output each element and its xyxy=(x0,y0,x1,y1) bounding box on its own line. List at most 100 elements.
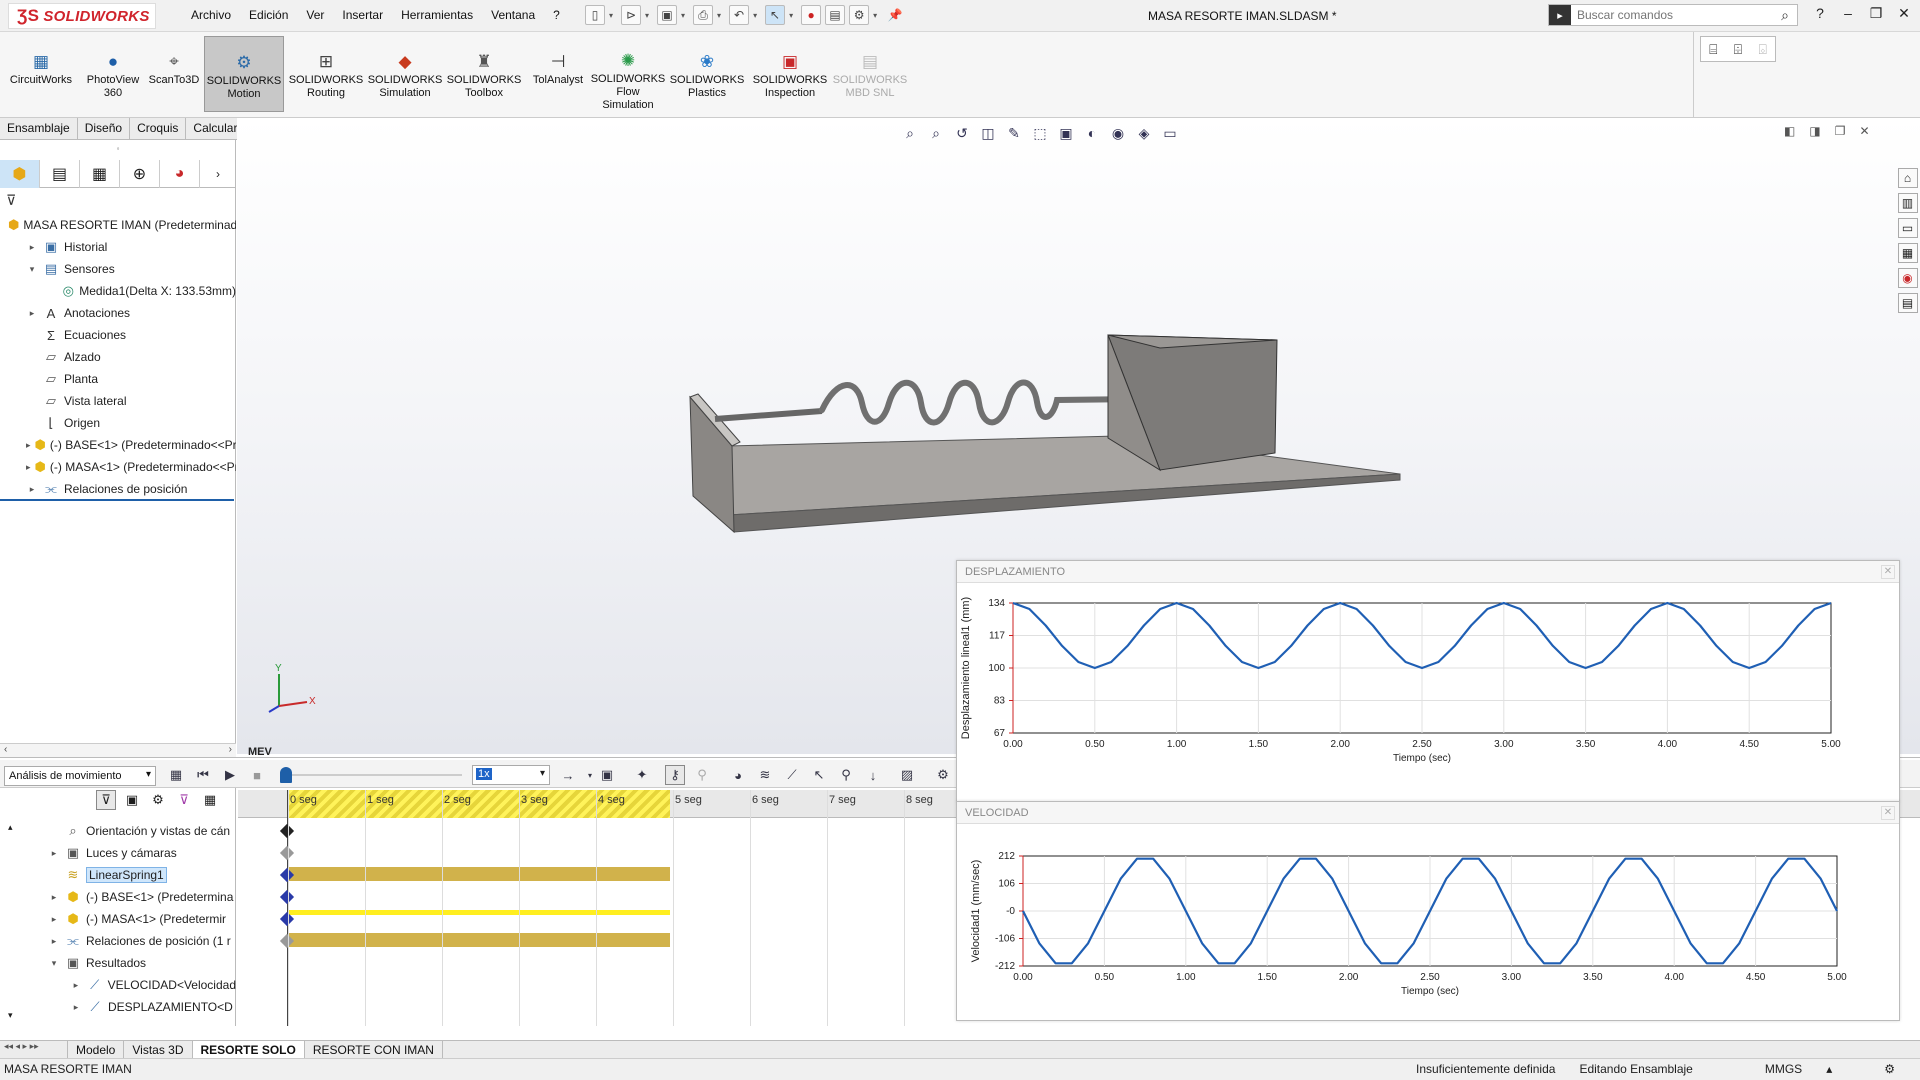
motion-tree-item[interactable]: ▸ ▣ Luces y cámaras xyxy=(48,842,236,864)
solidworks-resources-icon[interactable]: ⌂ xyxy=(1897,168,1918,188)
expand-chevron-icon[interactable]: ▸ xyxy=(48,848,60,859)
search-input[interactable] xyxy=(1571,8,1773,22)
chevron-down-icon[interactable]: ▾ xyxy=(609,11,613,20)
scroll-left-icon[interactable]: ‹ xyxy=(4,744,7,755)
search-commands-box[interactable]: ▸ ⌕ xyxy=(1548,4,1798,26)
velocity-plot-window[interactable]: VELOCIDAD ✕ 0.00 0.50 1.00 1.50 2.00 2.50 3.00… xyxy=(956,801,1900,1021)
expand-chevron-icon[interactable]: ▸ xyxy=(26,242,38,253)
spring-timeline-bar[interactable] xyxy=(288,867,670,881)
panel-horizontal-scrollbar[interactable]: ‹ › xyxy=(0,743,236,757)
solidworks-logo[interactable]: ƷS SOLIDWORKS xyxy=(8,3,156,29)
tree-item[interactable]: ▾ ▤ Sensores xyxy=(0,258,236,280)
linear-spring[interactable] xyxy=(819,379,1145,426)
help-icon[interactable]: ? xyxy=(1806,5,1834,22)
menu-item[interactable]: Insertar xyxy=(333,8,392,22)
pin-icon[interactable]: 📌 xyxy=(885,5,905,25)
section-view-icon[interactable]: ◫ xyxy=(978,124,998,142)
close-icon[interactable]: ✕ xyxy=(1890,5,1918,22)
chevron-down-icon[interactable]: ▾ xyxy=(873,11,877,20)
results-and-plots-icon[interactable]: ▨ xyxy=(897,765,917,785)
motion-tree-item[interactable]: ▾ ▣ Resultados xyxy=(48,952,236,974)
expand-chevron-icon[interactable]: ▸ xyxy=(48,914,60,925)
chevron-down-icon[interactable]: ▾ xyxy=(681,11,685,20)
tree-filter-icon[interactable]: ⊽ xyxy=(6,192,16,209)
units-chevron-icon[interactable]: ▴ xyxy=(1814,1062,1844,1076)
ribbon-button[interactable]: ▣ SOLIDWORKS Inspection xyxy=(752,36,828,112)
motion-study-properties-icon[interactable]: ⚙ xyxy=(933,765,953,785)
tab-navigation-arrows[interactable]: ◂◂ ◂ ▸ ▸▸ xyxy=(0,1041,68,1058)
feature-manager-tab-icon[interactable]: ⬢ xyxy=(0,160,40,188)
menu-item[interactable]: Edición xyxy=(240,8,297,22)
menu-item[interactable]: Ventana xyxy=(482,8,544,22)
expand-chevron-icon[interactable]: ▸ xyxy=(26,462,31,473)
save-icon[interactable]: ▣ xyxy=(657,5,678,25)
cm-tab[interactable]: Diseño xyxy=(78,118,131,139)
print-icon[interactable]: ⎙ xyxy=(693,5,714,25)
chevron-down-icon[interactable]: ▾ xyxy=(645,11,649,20)
ribbon-button[interactable]: ❀ SOLIDWORKS Plastics xyxy=(670,36,745,112)
autofit-icon[interactable]: ▦ xyxy=(200,790,220,810)
expand-chevron-icon[interactable]: ▸ xyxy=(48,936,60,947)
save-animation-icon[interactable]: ▣ xyxy=(597,765,617,785)
ribbon-button[interactable]: ● PhotoView 360 xyxy=(82,36,144,112)
menu-item[interactable]: Ver xyxy=(297,8,333,22)
custom-properties-icon[interactable]: ▤ xyxy=(1897,293,1918,313)
panel-resize-handle[interactable]: ◦ xyxy=(0,144,236,158)
filter-selected-icon[interactable]: ⚙ xyxy=(148,790,168,810)
configuration-manager-tab-icon[interactable]: ▦ xyxy=(80,160,120,188)
autokey-icon[interactable]: ⚷ xyxy=(665,765,685,785)
dimxpert-tab-icon[interactable]: ⊕ xyxy=(120,160,160,188)
motion-tree-item[interactable]: ⌕ Orientación y vistas de cán xyxy=(48,820,236,842)
model-tab[interactable]: Modelo xyxy=(68,1041,125,1058)
chevron-down-icon[interactable]: ▾ xyxy=(717,11,721,20)
viewport-close-icon[interactable]: ✕ xyxy=(1859,124,1869,138)
tree-item[interactable]: ▸ ⬢ (-) MASA<1> (Predeterminado<<Pr xyxy=(0,456,236,478)
view-settings-icon[interactable]: ▭ xyxy=(1160,124,1180,142)
menu-item[interactable]: Herramientas xyxy=(392,8,482,22)
tree-item[interactable]: ▱ Alzado xyxy=(0,346,236,368)
ribbon-button[interactable]: ♜ SOLIDWORKS Toolbox xyxy=(447,36,522,112)
expand-chevron-icon[interactable]: ▸ xyxy=(26,484,38,495)
expand-chevron-icon[interactable]: ▸ xyxy=(70,1002,82,1013)
filter-driving-icon[interactable]: ▣ xyxy=(122,790,142,810)
play-from-start-icon[interactable]: ⏮ xyxy=(193,765,213,785)
motion-tree-item[interactable]: ▸ ⫘ Relaciones de posición (1 r xyxy=(48,930,236,952)
camera-icon[interactable]: ⌸ xyxy=(1709,41,1717,58)
search-icon[interactable]: ⌕ xyxy=(1773,7,1797,24)
playback-mode-icon[interactable]: → xyxy=(558,765,578,785)
motion-tree-item[interactable]: ▸ ⟋ DESPLAZAMIENTO<D xyxy=(70,996,236,1018)
motor-icon[interactable]: ◕ xyxy=(728,765,748,785)
motion-tree-item[interactable]: ▸ ⬢ (-) MASA<1> (Predetermir xyxy=(48,908,236,930)
ribbon-button[interactable]: ▤ SOLIDWORKS MBD SNL xyxy=(832,36,908,112)
tree-item[interactable]: Σ Ecuaciones xyxy=(0,324,236,346)
more-tabs-chevron-icon[interactable]: › xyxy=(200,160,236,188)
motion-tree-item[interactable]: ≋ LinearSpring1 xyxy=(48,864,236,886)
tree-item[interactable]: ⬢ MASA RESORTE IMAN (Predeterminado xyxy=(0,214,236,236)
ribbon-button[interactable]: ⊣ TolAnalyst xyxy=(528,36,588,112)
motion-tree-expand-icon[interactable]: ▾ xyxy=(8,1010,13,1021)
contact-icon[interactable]: ⚲ xyxy=(836,765,856,785)
split-left-icon[interactable]: ◧ xyxy=(1784,124,1795,138)
expand-chevron-icon[interactable]: ▾ xyxy=(26,264,38,275)
dynamic-annotation-icon[interactable]: ✎ xyxy=(1004,124,1024,142)
expand-chevron-icon[interactable]: ▸ xyxy=(48,892,60,903)
filter-animated-icon[interactable]: ⊽ xyxy=(96,790,116,810)
rebuild-traffic-light-icon[interactable]: ● xyxy=(801,5,822,25)
tree-item[interactable]: ◎ Medida1(Delta X: 133.53mm) xyxy=(0,280,236,302)
play-icon[interactable]: ▶ xyxy=(220,765,240,785)
cm-tab[interactable]: Croquis xyxy=(130,118,187,139)
ribbon-button[interactable]: ▦ CircuitWorks xyxy=(6,36,76,112)
zoom-to-fit-icon[interactable]: ⌕ xyxy=(900,124,920,142)
render-icon[interactable]: ⌹ xyxy=(1734,41,1742,58)
zoom-to-area-icon[interactable]: ⌕ xyxy=(926,124,946,142)
expand-chevron-icon[interactable]: ▸ xyxy=(26,440,31,451)
undo-icon[interactable]: ↶ xyxy=(729,5,750,25)
expand-chevron-icon[interactable]: ▸ xyxy=(26,308,38,319)
edit-appearance-icon[interactable]: ◉ xyxy=(1108,124,1128,142)
display-manager-tab-icon[interactable]: ◕ xyxy=(160,160,200,188)
open-folder-icon[interactable]: ⊳ xyxy=(621,5,642,25)
menu-item[interactable]: Archivo xyxy=(182,8,240,22)
calculate-icon[interactable]: ▦ xyxy=(166,765,186,785)
file-explorer-icon[interactable]: ▭ xyxy=(1897,218,1918,238)
status-settings-icon[interactable]: ⚙ xyxy=(1844,1062,1907,1076)
